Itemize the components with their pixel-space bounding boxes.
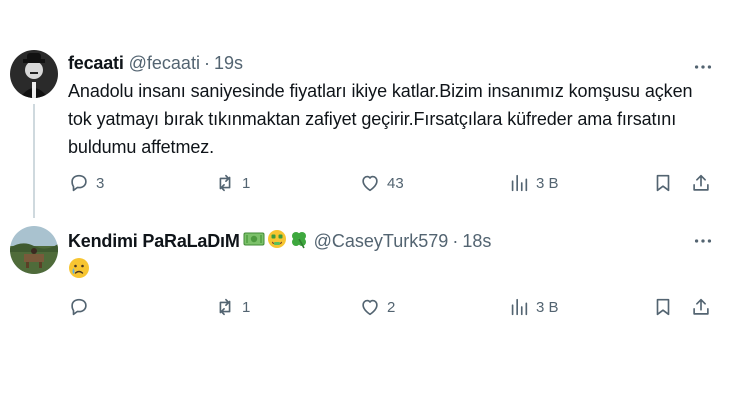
handle[interactable]: @fecaati <box>129 53 200 74</box>
handle[interactable]: @CaseyTurk579 <box>314 231 449 252</box>
views-button[interactable]: 3 B <box>508 172 559 194</box>
crying-face-emoji <box>68 257 90 284</box>
timestamp[interactable]: 18s <box>462 231 491 252</box>
views-count: 3 B <box>536 298 559 316</box>
share-icon <box>690 172 712 194</box>
reply-icon <box>68 172 90 194</box>
like-button[interactable]: 43 <box>359 172 404 194</box>
reply-count: 3 <box>96 174 105 192</box>
money-mouth-face-emoji <box>267 229 287 254</box>
tweet-header: Kendimi PaRaLaDıM @CaseyTurk579 · 18s <box>68 229 491 254</box>
views-button[interactable]: 3 B <box>508 296 559 318</box>
bookmark-button[interactable] <box>652 296 674 318</box>
share-button[interactable] <box>690 296 712 318</box>
tweet-text: Anadolu insanı saniyesinde fiyatları iki… <box>68 81 693 157</box>
reply-button[interactable] <box>68 296 96 318</box>
separator: · <box>452 231 459 251</box>
money-bill-emoji <box>243 231 265 252</box>
like-icon <box>359 296 381 318</box>
like-icon <box>359 172 381 194</box>
repost-button[interactable]: 1 <box>214 172 250 194</box>
like-button[interactable]: 2 <box>359 296 395 318</box>
repost-count: 1 <box>242 298 251 316</box>
more-icon[interactable] <box>692 230 714 257</box>
timestamp[interactable]: 19s <box>214 53 243 74</box>
repost-button[interactable]: 1 <box>214 296 250 318</box>
four-leaf-clover-emoji <box>289 229 309 254</box>
reply-button[interactable]: 3 <box>68 172 104 194</box>
bookmark-button[interactable] <box>652 172 674 194</box>
views-icon <box>508 296 530 318</box>
bookmark-icon <box>652 296 674 318</box>
display-name[interactable]: fecaati <box>68 53 124 74</box>
tweet-header: fecaati @fecaati · 19s <box>68 53 243 74</box>
views-icon <box>508 172 530 194</box>
separator: · <box>203 53 210 73</box>
repost-icon <box>214 172 236 194</box>
thread-line <box>33 104 35 218</box>
share-button[interactable] <box>690 172 712 194</box>
bookmark-icon <box>652 172 674 194</box>
repost-icon <box>214 296 236 318</box>
reply-icon <box>68 296 90 318</box>
avatar[interactable] <box>10 50 58 98</box>
display-name[interactable]: Kendimi PaRaLaDıM <box>68 231 240 252</box>
avatar[interactable] <box>10 226 58 274</box>
views-count: 3 B <box>536 174 559 192</box>
like-count: 43 <box>387 174 404 192</box>
like-count: 2 <box>387 298 396 316</box>
share-icon <box>690 296 712 318</box>
repost-count: 1 <box>242 174 251 192</box>
